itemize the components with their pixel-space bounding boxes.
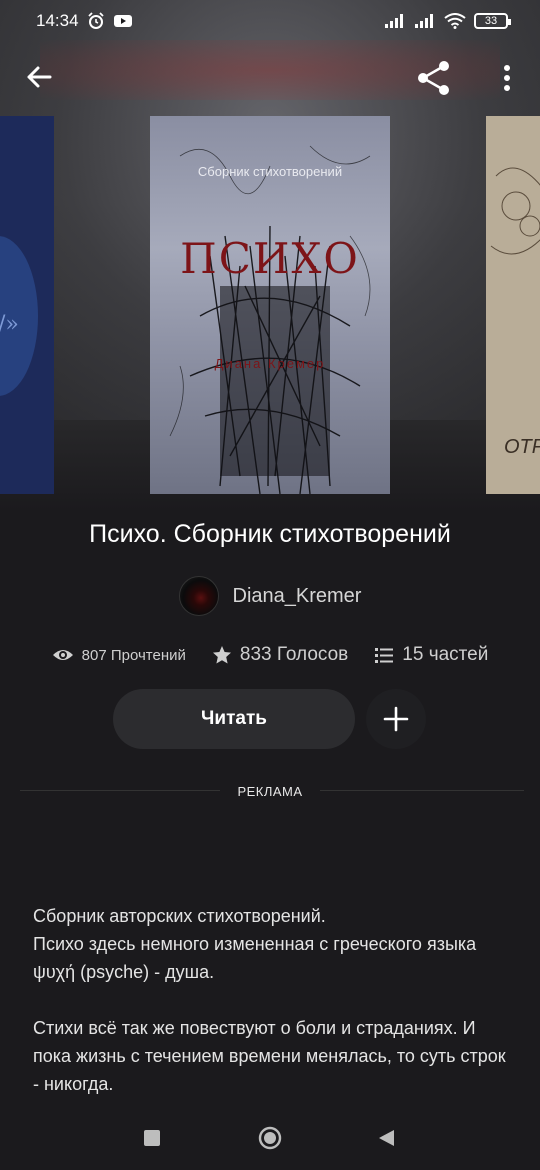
reads-stat: 807 Прочтений <box>52 647 186 664</box>
description-line: Психо здесь немного измененная с греческ… <box>33 934 477 982</box>
book-title: Психо. Сборник стихотворений <box>89 520 451 548</box>
star-icon <box>212 646 231 664</box>
battery-level: 33 <box>484 15 498 27</box>
left-cover-text: /» <box>0 312 19 337</box>
youtube-icon <box>113 15 132 27</box>
ad-label: РЕКЛАМА <box>237 784 303 799</box>
avatar[interactable] <box>178 576 219 616</box>
author-name[interactable]: Diana_Kremer <box>233 585 362 608</box>
alarm-icon <box>87 12 104 29</box>
more-vertical-icon[interactable] <box>492 62 522 96</box>
wifi-icon <box>444 13 466 29</box>
book-description: Сборник авторских стихотворений. Психо з… <box>33 902 513 1126</box>
share-icon[interactable] <box>414 58 454 98</box>
cover-author: Диана Кремер <box>214 356 326 371</box>
battery-icon: 33 <box>474 13 511 29</box>
add-to-library-button[interactable] <box>366 689 426 749</box>
cover-subtitle: Сборник стихотворений <box>197 164 343 179</box>
description-line: Сборник авторских стихотворений. <box>33 906 326 926</box>
status-bar: 14:34 33 <box>0 0 540 42</box>
top-toolbar <box>0 50 540 106</box>
parts-count: 15 частей <box>402 644 489 665</box>
description-line: Стихи всё так же повествуют о боли и стр… <box>33 1018 506 1094</box>
book-stats: 807 Прочтений 833 Голосов 15 частей <box>0 640 540 670</box>
cover-artwork: /» <box>0 236 38 396</box>
parts-stat: 15 частей <box>374 644 488 666</box>
system-navigation-bar <box>0 1110 540 1170</box>
author-link[interactable]: Diana_Kremer <box>0 574 540 618</box>
next-cover-title: ОТР <box>504 436 540 458</box>
cover-title: ПСИХО <box>180 234 360 283</box>
recents-button[interactable] <box>144 1130 160 1146</box>
eye-icon <box>52 650 73 660</box>
list-icon <box>375 648 394 663</box>
book-cover[interactable]: Сборник стихотворений ПСИХО Диана Кремер <box>150 116 390 494</box>
votes-count: 833 Голосов <box>239 644 349 665</box>
previous-book-cover[interactable]: /» <box>0 116 54 494</box>
back-triangle-icon[interactable] <box>376 1128 396 1148</box>
home-button[interactable] <box>258 1126 282 1150</box>
signal-icon <box>415 14 433 28</box>
signal-icon <box>385 14 403 28</box>
reads-count: 807 Прочтений <box>81 646 186 664</box>
status-time: 14:34 <box>36 11 79 30</box>
arrow-left-icon[interactable] <box>22 60 56 94</box>
read-button[interactable]: Читать <box>113 689 355 749</box>
next-book-cover[interactable]: ОТР <box>486 116 540 494</box>
votes-stat: 833 Голосов <box>212 644 348 666</box>
plus-icon <box>383 706 409 732</box>
